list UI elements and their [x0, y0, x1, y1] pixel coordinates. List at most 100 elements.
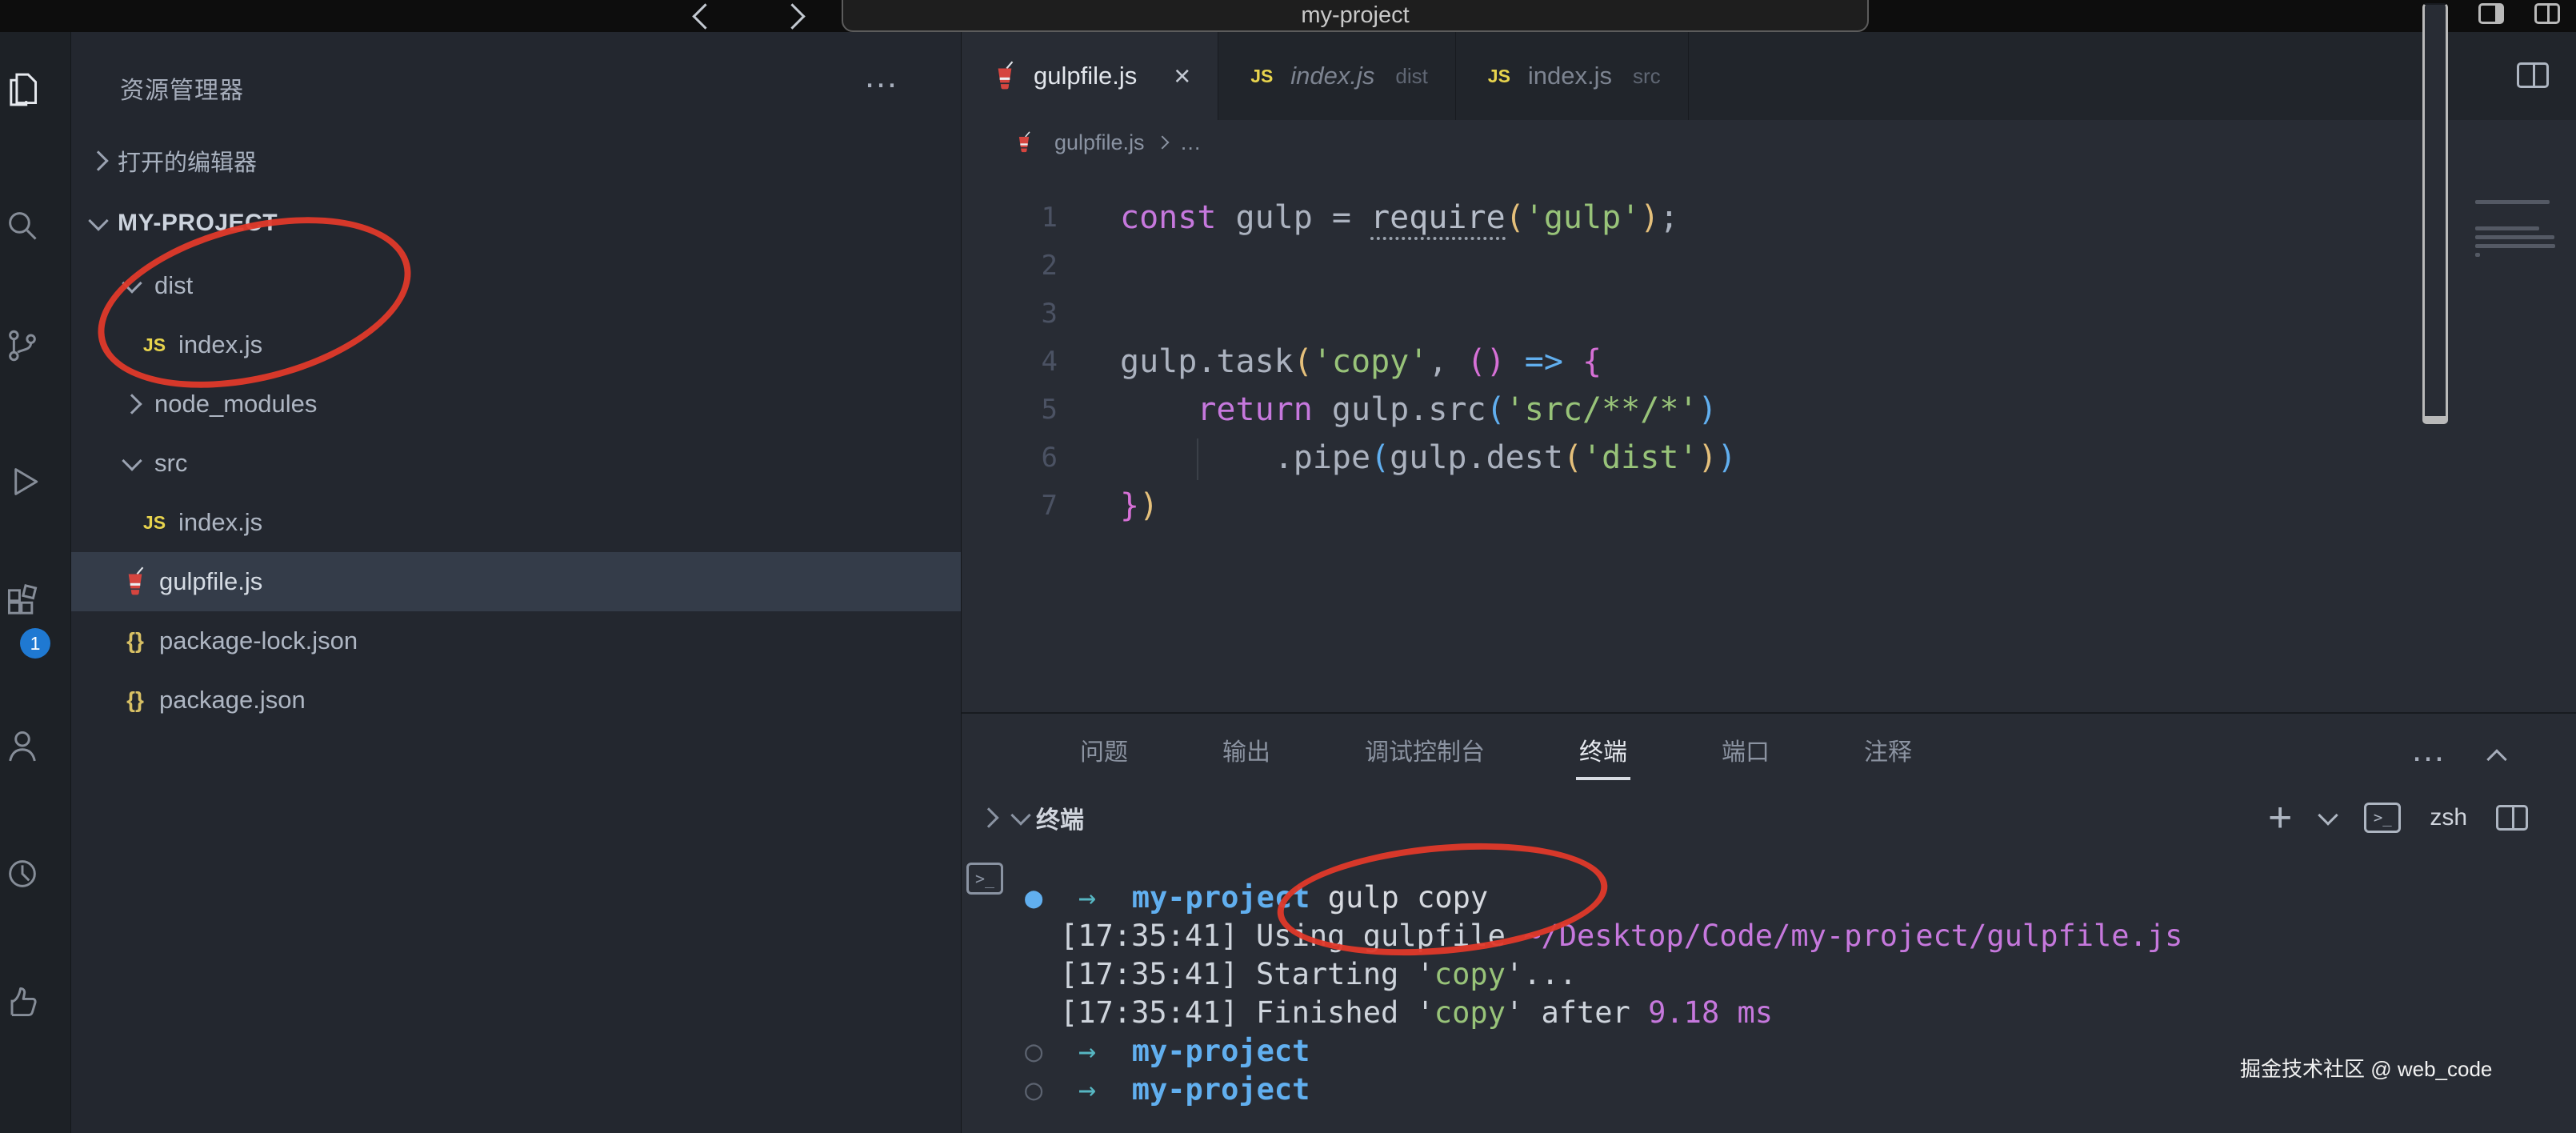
- tree-item-node-modules[interactable]: node_modules: [71, 374, 961, 434]
- titlebar-layout-controls: [2422, 3, 2576, 424]
- chevron-down-icon: [116, 458, 148, 468]
- code-line[interactable]: 6 .pipe(gulp.dest('dist')): [962, 434, 2576, 482]
- line-number: 1: [962, 194, 1058, 242]
- js-file-icon: JS: [137, 334, 172, 356]
- tree-item-gulpfile-js[interactable]: gulpfile.js: [71, 552, 961, 611]
- close-tab-icon[interactable]: ×: [1174, 62, 1190, 90]
- js-file-icon: JS: [1483, 66, 1515, 87]
- panel-tab-1[interactable]: 输出: [1222, 727, 1270, 772]
- code-line[interactable]: 3: [962, 290, 2576, 338]
- code-editor[interactable]: 1const gulp = require('gulp');234gulp.ta…: [962, 165, 2576, 712]
- line-number: 5: [962, 386, 1058, 434]
- chevron-right-icon[interactable]: [978, 807, 998, 827]
- accounts-icon[interactable]: [2, 725, 43, 767]
- breadcrumb-file[interactable]: gulpfile.js: [1054, 130, 1145, 155]
- feedback-icon[interactable]: [2, 981, 43, 1023]
- line-number: 4: [962, 338, 1058, 386]
- line-number: 6: [962, 434, 1058, 482]
- nav-forward-icon[interactable]: [779, 3, 806, 30]
- nav-arrows: [696, 2, 802, 30]
- tree-item-label: src: [154, 449, 187, 478]
- workbench: 1 资源管理器 … 打开的编辑器 MY-PROJECT distJSindex.…: [0, 32, 2576, 1133]
- code-line[interactable]: 1const gulp = require('gulp');: [962, 194, 2576, 242]
- sidebar-more-actions-icon[interactable]: …: [863, 56, 901, 96]
- terminal-controls: + >_ zsh: [2268, 786, 2528, 850]
- tree-item-package-json[interactable]: {}package.json: [71, 671, 961, 730]
- panel-tab-terminal[interactable]: 终端: [1579, 727, 1627, 772]
- panel-tab-5[interactable]: 注释: [1864, 727, 1912, 772]
- chevron-down-icon: [82, 218, 114, 228]
- tab-label: index.js: [1290, 62, 1374, 90]
- terminal-title: 终端: [1036, 800, 1084, 835]
- project-label: MY-PROJECT: [118, 210, 278, 237]
- shell-name[interactable]: zsh: [2430, 804, 2467, 831]
- panel-tab-4[interactable]: 端口: [1722, 727, 1770, 772]
- shell-icon: >_: [2364, 803, 2401, 833]
- editor-area: gulpfile.js×JSindex.jsdistJSindex.jssrc …: [962, 32, 2576, 1133]
- terminal-line: ● → my-project gulp copy: [1025, 879, 2576, 917]
- tree-item-index-js[interactable]: JS index.js: [71, 493, 961, 552]
- breadcrumb[interactable]: gulpfile.js …: [962, 120, 2576, 165]
- activity-bar: 1: [0, 32, 71, 1133]
- clock-extension-icon[interactable]: [2, 853, 43, 895]
- toggle-sidebar-icon[interactable]: [2478, 3, 2504, 24]
- search-value: my-project: [1301, 2, 1409, 29]
- tree-item-label: dist: [154, 271, 193, 300]
- chevron-down-icon: [116, 281, 148, 290]
- project-section-header[interactable]: MY-PROJECT: [71, 198, 961, 248]
- run-debug-icon[interactable]: [2, 461, 43, 502]
- panel-tab-2[interactable]: 调试控制台: [1365, 727, 1485, 772]
- split-terminal-icon[interactable]: [2496, 805, 2528, 831]
- tree-item-label: package.json: [159, 686, 306, 715]
- panel-tab-0[interactable]: 问题: [1080, 727, 1128, 772]
- js-file-icon: JS: [137, 512, 172, 534]
- chevron-right-icon: [82, 154, 114, 168]
- search-icon[interactable]: [2, 205, 43, 246]
- watermark: 掘金技术社区 @ web_code: [2240, 1053, 2492, 1083]
- code-line[interactable]: 5 return gulp.src('src/**/*'): [962, 386, 2576, 434]
- code-line[interactable]: 7}): [962, 482, 2576, 530]
- terminal-tab-icon[interactable]: >_: [966, 863, 1003, 895]
- file-tree: dist JS index.js node_modulessrc JS index.js g…: [71, 256, 961, 730]
- terminal-header: 终端 + >_ zsh: [962, 786, 2576, 850]
- tree-item-label: index.js: [178, 330, 262, 359]
- tree-item-package-lock-json[interactable]: {}package-lock.json: [71, 611, 961, 671]
- panel-collapse-icon[interactable]: [2490, 747, 2504, 771]
- editor-tab-index-js-dist[interactable]: JSindex.jsdist: [1218, 32, 1456, 120]
- extensions-icon[interactable]: [2, 581, 43, 623]
- tree-item-index-js[interactable]: JS index.js: [71, 315, 961, 374]
- explorer-icon[interactable]: [2, 69, 43, 110]
- editor-tab-index-js-src[interactable]: JS index.js src: [1456, 32, 1689, 120]
- tab-label: index.js: [1528, 62, 1612, 90]
- tree-item-dist[interactable]: dist: [71, 256, 961, 315]
- toggle-panel-icon[interactable]: [2422, 3, 2448, 424]
- tree-item-label: index.js: [178, 508, 262, 537]
- open-editors-section[interactable]: 打开的编辑器: [71, 136, 961, 186]
- terminal-dropdown-icon[interactable]: [2318, 805, 2338, 825]
- tree-item-src[interactable]: src: [71, 434, 961, 493]
- title-bar: my-project: [0, 0, 2576, 32]
- editor-tab-gulpfile-js[interactable]: gulpfile.js×: [962, 32, 1218, 120]
- layout-split-icon[interactable]: [2534, 3, 2560, 24]
- tab-folder-hint: src: [1633, 64, 1661, 89]
- line-number: 7: [962, 482, 1058, 530]
- code-line[interactable]: 2: [962, 242, 2576, 290]
- json-file-icon: {}: [118, 687, 153, 713]
- nav-back-icon[interactable]: [692, 3, 718, 30]
- panel-more-actions-icon[interactable]: …: [2410, 730, 2448, 770]
- source-control-icon[interactable]: [2, 325, 43, 366]
- code-line[interactable]: 4gulp.task('copy', () => {: [962, 338, 2576, 386]
- chevron-down-icon[interactable]: [1010, 805, 1030, 825]
- gulp-file-icon: [118, 566, 153, 597]
- indent-guide: [1197, 438, 1198, 480]
- terminal-line: [17:35:41] Finished 'copy' after 9.18 ms: [1025, 994, 2576, 1032]
- command-center-search[interactable]: my-project: [842, 0, 1869, 32]
- tree-item-label: package-lock.json: [159, 627, 358, 655]
- js-file-icon: JS: [1246, 66, 1278, 87]
- chevron-right-icon: [116, 397, 148, 411]
- new-terminal-icon[interactable]: +: [2268, 797, 2292, 839]
- breadcrumb-more[interactable]: …: [1180, 130, 1202, 155]
- tree-item-label: node_modules: [154, 390, 317, 418]
- line-number: 3: [962, 290, 1058, 338]
- line-number: 2: [962, 242, 1058, 290]
